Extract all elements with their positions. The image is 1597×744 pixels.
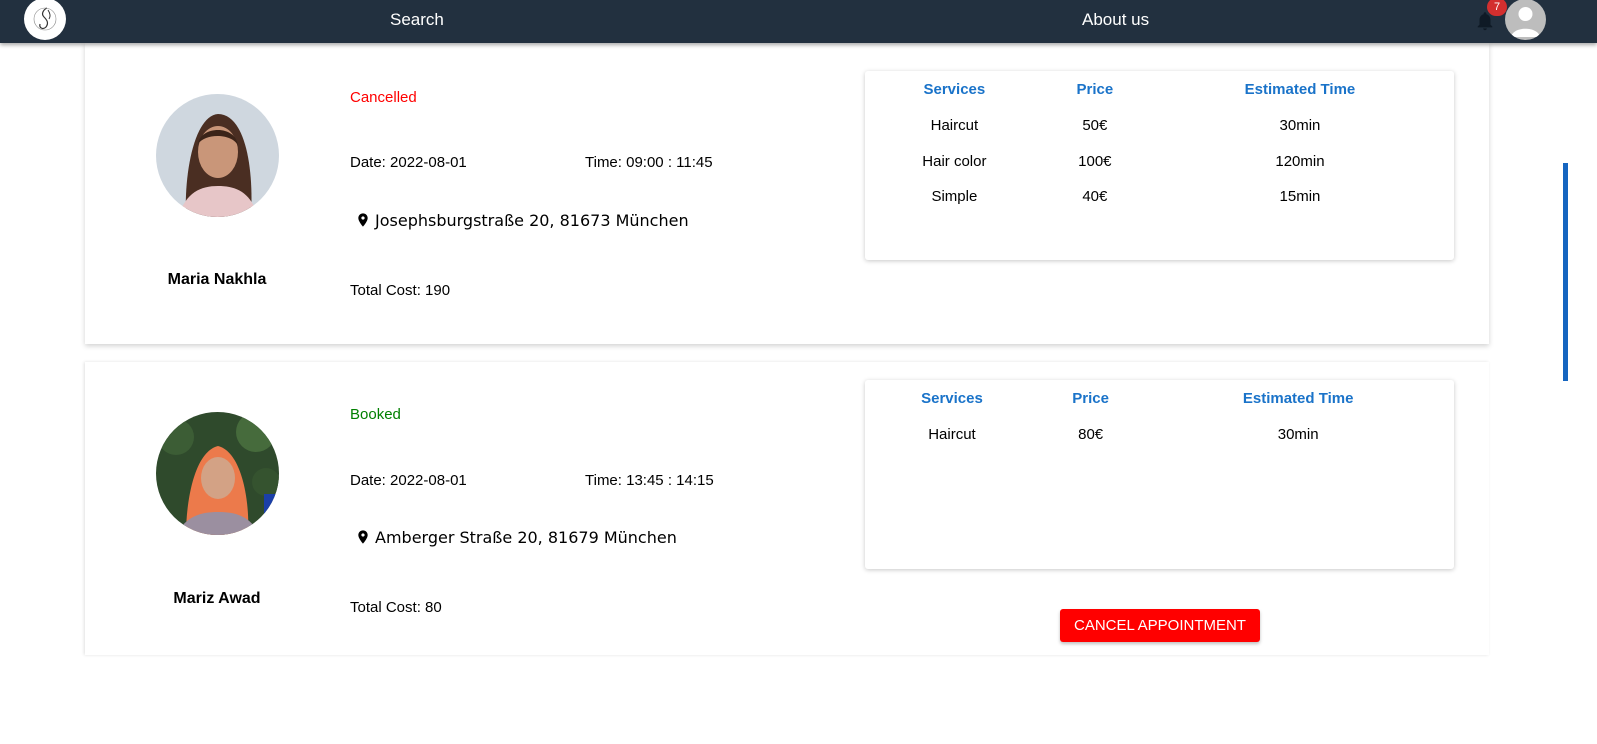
scrollbar-thumb[interactable] [1563, 163, 1568, 381]
price-cell: 100€ [1078, 152, 1112, 170]
service-cell: Haircut [928, 426, 976, 444]
total-cost: Total Cost: 80 [350, 599, 442, 616]
services-table: Services Price Estimated Time Haircut 80… [865, 390, 1454, 453]
stylist-photo [156, 412, 279, 535]
time-cell: 15min [1279, 188, 1321, 206]
time-cell: 30min [1279, 117, 1321, 135]
table-row: Haircut 50€ 30min [865, 108, 1454, 144]
notification-badge: 7 [1487, 0, 1507, 16]
header-services: Services [921, 390, 983, 407]
header-price: Price [1076, 81, 1114, 98]
top-navbar: Search About us 7 [0, 0, 1597, 43]
stylist-photo [156, 94, 279, 217]
status-badge: Booked [350, 406, 401, 423]
table-row: Hair color 100€ 120min [865, 144, 1454, 180]
logo-icon [33, 7, 57, 31]
table-row: Simple 40€ 15min [865, 179, 1454, 215]
location-pin-icon [358, 213, 368, 227]
address: Josephsburgstraße 20, 81673 München [355, 209, 689, 231]
appointment-date: Date: 2022-08-01 [350, 154, 467, 171]
appointment-time: Time: 09:00 : 11:45 [585, 154, 713, 171]
user-avatar[interactable] [1505, 0, 1546, 40]
nav-about-link[interactable]: About us [1082, 10, 1149, 30]
stylist-name: Maria Nakhla [167, 271, 267, 288]
header-services: Services [923, 81, 986, 98]
status-badge: Cancelled [350, 89, 417, 106]
appointment-card: Maria Nakhla Cancelled Date: 2022-08-01 … [85, 43, 1489, 344]
service-cell: Simple [931, 188, 978, 206]
logo[interactable] [24, 0, 66, 40]
services-table-card: Services Price Estimated Time Haircut 80… [865, 380, 1454, 569]
header-estimated-time: Estimated Time [1242, 390, 1354, 407]
services-table: Services Price Estimated Time Haircut 50… [865, 81, 1454, 215]
cancel-appointment-button[interactable]: CANCEL APPOINTMENT [1060, 609, 1260, 642]
header-price: Price [1072, 390, 1109, 407]
header-estimated-time: Estimated Time [1244, 81, 1356, 98]
service-cell: Haircut [930, 117, 979, 135]
address-text: Amberger Straße 20, 81679 München [375, 527, 677, 547]
service-cell: Hair color [922, 152, 987, 170]
total-cost: Total Cost: 190 [350, 282, 451, 299]
address-text: Josephsburgstraße 20, 81673 München [375, 210, 689, 230]
time-cell: 30min [1277, 426, 1319, 444]
appointment-card: Mariz Awad Booked Date: 2022-08-01 Time:… [85, 362, 1489, 655]
price-cell: 40€ [1082, 188, 1108, 206]
address: Amberger Straße 20, 81679 München [355, 526, 677, 548]
appointment-time: Time: 13:45 : 14:15 [585, 472, 714, 489]
services-table-card: Services Price Estimated Time Haircut 50… [865, 71, 1454, 260]
stylist-name: Mariz Awad [173, 590, 261, 607]
time-cell: 120min [1275, 152, 1325, 170]
appointment-date: Date: 2022-08-01 [350, 472, 467, 489]
price-cell: 50€ [1082, 117, 1108, 135]
location-pin-icon [358, 530, 368, 544]
user-avatar-icon [1511, 7, 1540, 37]
nav-search-link[interactable]: Search [390, 10, 444, 30]
price-cell: 80€ [1078, 426, 1104, 444]
table-row: Haircut 80€ 30min [865, 417, 1454, 453]
